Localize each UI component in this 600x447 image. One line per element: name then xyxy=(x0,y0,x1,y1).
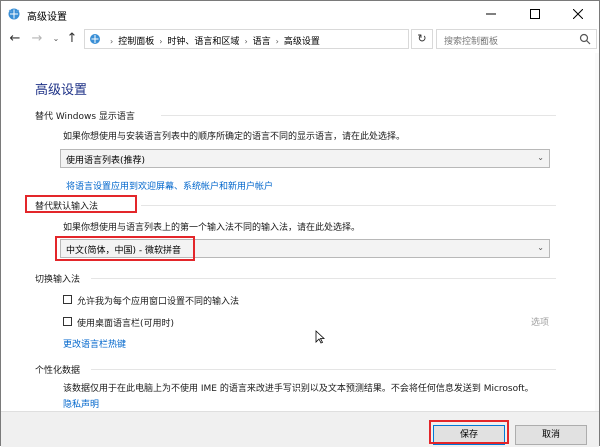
window-title: 高级设置 xyxy=(27,12,67,23)
search-input[interactable]: 搜索控制面板 xyxy=(444,34,498,47)
input-method-title: 替代默认输入法 xyxy=(35,202,99,212)
change-hotkey-link[interactable]: 更改语言栏热键 xyxy=(63,337,126,350)
minimize-icon xyxy=(486,13,496,15)
section-divider xyxy=(141,205,556,206)
save-button-highlight xyxy=(429,420,509,444)
breadcrumb-item[interactable]: 控制面板 xyxy=(118,37,154,47)
per-app-input-checkbox[interactable] xyxy=(63,295,72,304)
language-bar-options-link[interactable]: 选项 xyxy=(531,315,549,328)
apply-language-settings-link[interactable]: 将语言设置应用到欢迎屏幕、系统帐户和新用户帐户 xyxy=(66,179,273,192)
maximize-button[interactable] xyxy=(514,1,556,27)
navigation-bar: ← → ⌄ ↑ › 控制面板 › 时钟、语言和区域 › 语言 › 高级设置 ⌄ ↻ 搜索控制面… xyxy=(1,27,599,53)
breadcrumb-item[interactable]: 高级设置 xyxy=(284,37,320,47)
breadcrumb-separator-icon: › xyxy=(159,37,163,46)
input-method-description: 如果你想使用与语言列表上的第一个输入法不同的输入法，请在此处选择。 xyxy=(63,223,361,233)
display-language-select[interactable]: 使用语言列表(推荐) ⌄ xyxy=(60,149,550,168)
breadcrumb-separator-icon: › xyxy=(110,37,114,46)
per-app-input-label[interactable]: 允许我为每个应用窗口设置不同的输入法 xyxy=(77,294,239,307)
address-bar[interactable]: › 控制面板 › 时钟、语言和区域 › 语言 › 高级设置 ⌄ xyxy=(84,29,486,49)
personalization-description: 该数据仅用于在此电脑上为不使用 IME 的语言来改进手写识别以及文本预测结果。不… xyxy=(63,384,534,394)
language-bar-label[interactable]: 使用桌面语言栏(可用时) xyxy=(77,316,174,329)
title-bar: 高级设置 xyxy=(1,1,599,27)
breadcrumb: › 控制面板 › 时钟、语言和区域 › 语言 › 高级设置 xyxy=(105,34,320,47)
search-icon xyxy=(579,33,591,45)
chevron-down-icon: ⌄ xyxy=(537,243,544,252)
up-arrow-icon[interactable]: ↑ xyxy=(64,31,80,47)
refresh-button[interactable]: ↻ xyxy=(411,29,433,49)
breadcrumb-separator-icon: › xyxy=(275,37,279,46)
mouse-cursor-icon xyxy=(315,330,325,344)
search-box[interactable]: 搜索控制面板 xyxy=(436,29,597,49)
section-divider xyxy=(161,115,556,116)
personalization-title: 个性化数据 xyxy=(35,366,81,376)
control-panel-icon xyxy=(90,34,100,44)
section-divider xyxy=(91,369,556,370)
language-bar-checkbox[interactable] xyxy=(63,317,72,326)
privacy-statement-link[interactable]: 隐私声明 xyxy=(63,397,99,410)
refresh-icon: ↻ xyxy=(417,32,427,45)
display-language-description: 如果你想使用与安装语言列表中的顺序所确定的语言不同的显示语言，请在此处选择。 xyxy=(63,132,406,142)
close-icon xyxy=(573,9,583,19)
breadcrumb-item[interactable]: 时钟、语言和区域 xyxy=(167,37,239,47)
recent-locations-chevron-icon[interactable]: ⌄ xyxy=(48,31,64,47)
switch-input-title: 切换输入法 xyxy=(35,275,81,285)
minimize-button[interactable] xyxy=(470,1,512,27)
close-button[interactable] xyxy=(557,1,599,27)
advanced-settings-window: 高级设置 ← → ⌄ ↑ › 控制面板 › 时钟、语言和区域 › 语言 › 高级设置 ⌄ ↻ xyxy=(0,0,600,447)
input-method-select-highlight xyxy=(55,236,195,261)
cancel-button[interactable]: 取消 xyxy=(515,425,587,445)
breadcrumb-item[interactable]: 语言 xyxy=(253,37,271,47)
dialog-footer: 保存 取消 xyxy=(1,411,599,447)
maximize-icon xyxy=(530,9,540,19)
scrollbar[interactable] xyxy=(595,53,599,411)
back-arrow-icon[interactable]: ← xyxy=(7,31,23,47)
section-divider xyxy=(91,278,556,279)
forward-arrow-icon[interactable]: → xyxy=(29,31,45,47)
breadcrumb-separator-icon: › xyxy=(244,37,248,46)
page-title: 高级设置 xyxy=(35,83,88,98)
control-panel-icon xyxy=(8,8,20,20)
display-language-title: 替代 Windows 显示语言 xyxy=(35,112,135,122)
display-language-selected: 使用语言列表(推荐) xyxy=(66,156,146,166)
chevron-down-icon: ⌄ xyxy=(537,153,544,162)
